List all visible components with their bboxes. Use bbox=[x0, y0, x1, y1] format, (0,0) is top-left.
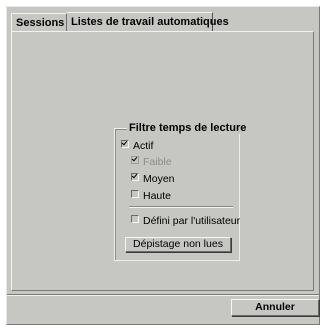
actif-checkbox[interactable]: Actif bbox=[121, 140, 153, 152]
checkbox-icon bbox=[131, 215, 139, 223]
moyen-label: Moyen bbox=[143, 173, 175, 185]
faible-label: Faible bbox=[143, 156, 172, 168]
filter-groupbox: Filtre temps de lecture Actif Faible Moy… bbox=[114, 122, 249, 261]
custom-checkbox[interactable]: Défini par l'utilisateur bbox=[131, 215, 240, 227]
checkbox-icon bbox=[131, 156, 139, 164]
cancel-button[interactable]: Annuler bbox=[231, 299, 319, 316]
checkbox-icon bbox=[131, 190, 139, 198]
moyen-checkbox[interactable]: Moyen bbox=[131, 173, 175, 185]
haute-label: Haute bbox=[143, 190, 172, 202]
faible-checkbox[interactable]: Faible bbox=[131, 156, 172, 168]
tab-sessions[interactable]: Sessions bbox=[11, 13, 67, 31]
depistage-non-lues-button[interactable]: Dépistage non lues bbox=[125, 237, 231, 252]
tab-listes-de-travail-automatiques[interactable]: Listes de travail automatiques bbox=[67, 12, 229, 32]
checkbox-icon bbox=[121, 140, 129, 148]
footer-divider bbox=[7, 294, 319, 296]
actif-label: Actif bbox=[133, 140, 154, 152]
haute-checkbox[interactable]: Haute bbox=[131, 190, 171, 202]
filter-group-title: Filtre temps de lecture bbox=[127, 122, 249, 134]
custom-label: Défini par l'utilisateur bbox=[143, 215, 241, 227]
tab-panel: Filtre temps de lecture Actif Faible Moy… bbox=[11, 31, 314, 291]
options-separator bbox=[129, 206, 233, 208]
checkbox-icon bbox=[131, 173, 139, 181]
dialog-window: Sessions Listes de travail automatiques … bbox=[6, 6, 320, 325]
